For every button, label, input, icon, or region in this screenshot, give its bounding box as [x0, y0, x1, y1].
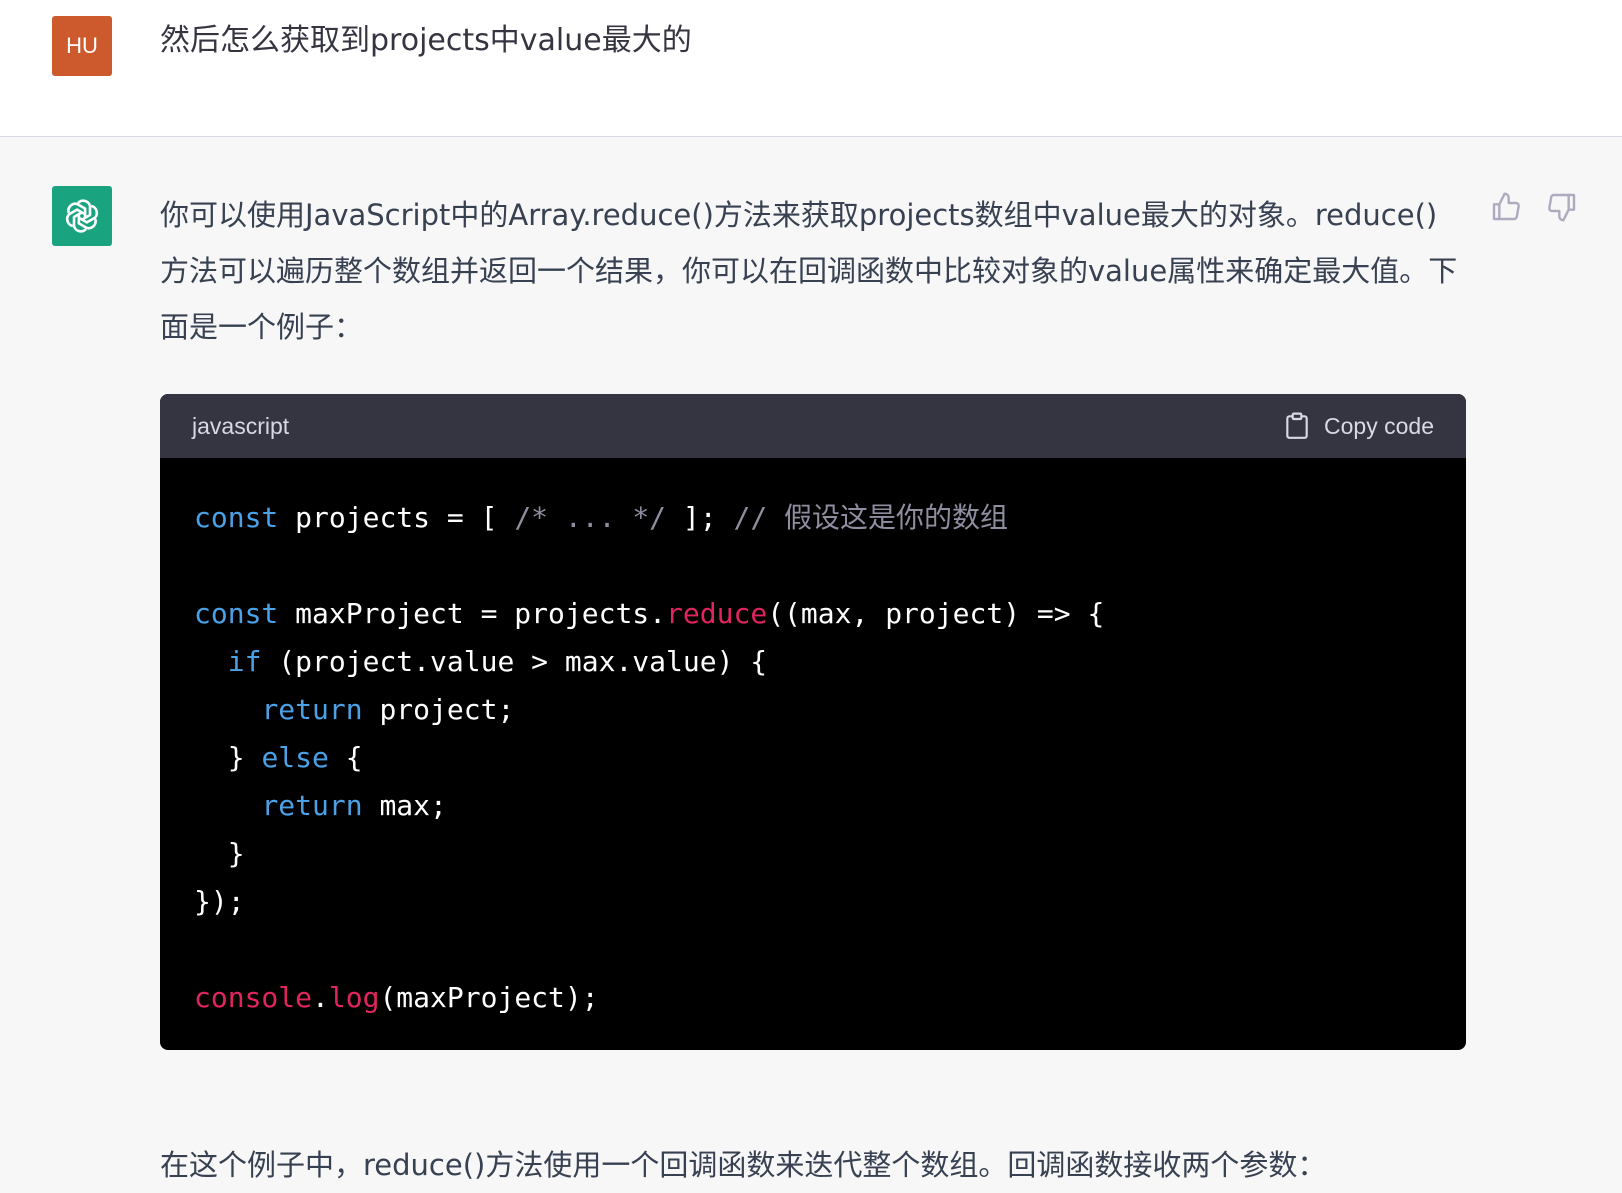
code-token: project; — [362, 693, 515, 726]
copy-code-label: Copy code — [1324, 412, 1434, 439]
assistant-message-row: 你可以使用JavaScript中的Array.reduce()方法来获取proj… — [0, 137, 1622, 1192]
code-language-label: javascript — [192, 412, 290, 439]
code-block-header: javascript Copy code — [160, 394, 1466, 458]
code-token: . — [312, 981, 329, 1014]
code-token: (maxProject); — [379, 981, 599, 1014]
code-line: }); — [194, 878, 1432, 926]
user-message-text: 然后怎么获取到projects中value最大的 — [160, 23, 692, 58]
assistant-intro-text: 你可以使用JavaScript中的Array.reduce()方法来获取proj… — [160, 198, 1458, 344]
code-line: if (project.value > max.value) { — [194, 638, 1432, 686]
code-token: const — [194, 501, 279, 534]
code-token: max; — [362, 789, 447, 822]
thumbs-down-button[interactable] — [1544, 189, 1580, 225]
code-token: projects = [ — [278, 501, 515, 534]
thumbs-up-icon — [1492, 192, 1520, 221]
user-avatar: HU — [52, 16, 112, 76]
code-token: const — [194, 597, 279, 630]
code-token: return — [261, 693, 363, 726]
code-content: const projects = [ /* ... */ ]; // 假设这是你… — [160, 458, 1466, 1050]
code-token: }); — [194, 885, 245, 918]
code-line: const projects = [ /* ... */ ]; // 假设这是你… — [194, 494, 1432, 542]
clipboard-icon — [1286, 412, 1308, 439]
code-line: const maxProject = projects.reduce((max,… — [194, 590, 1432, 638]
code-token: reduce — [666, 597, 768, 630]
thumbs-up-button[interactable] — [1488, 189, 1524, 225]
code-token: } — [194, 837, 245, 870]
user-avatar-initials: HU — [66, 33, 98, 58]
code-line: return max; — [194, 782, 1432, 830]
code-line: console.log(maxProject); — [194, 974, 1432, 1022]
code-token: ((max, project) => { — [767, 597, 1105, 630]
code-token: if — [227, 645, 262, 678]
user-message-row: HU 然后怎么获取到projects中value最大的 — [0, 0, 1622, 137]
code-line: return project; — [194, 686, 1432, 734]
code-line: } else { — [194, 734, 1432, 782]
code-token: } — [194, 741, 262, 774]
code-token: console — [194, 981, 313, 1014]
thumbs-down-icon — [1548, 193, 1576, 222]
assistant-avatar — [52, 186, 112, 246]
code-token: /* ... */ — [514, 501, 667, 534]
copy-code-button[interactable]: Copy code — [1284, 412, 1434, 440]
code-token: maxProject = projects. — [278, 597, 667, 630]
code-token: // 假设这是你的数组 — [733, 501, 1009, 534]
code-token: return — [261, 789, 363, 822]
code-token: log — [328, 981, 380, 1014]
code-token: ]; — [666, 501, 734, 534]
code-line: } — [194, 830, 1432, 878]
code-token: { — [328, 741, 363, 774]
code-token: (project.value > max.value) { — [261, 645, 768, 678]
code-token: else — [261, 741, 329, 774]
code-block: javascript Copy code const projects = [ … — [160, 394, 1466, 1050]
assistant-explanation-text: 在这个例子中，reduce()方法使用一个回调函数来迭代整个数组。回调函数接收两… — [160, 1148, 1327, 1182]
openai-logo-icon — [65, 199, 99, 233]
